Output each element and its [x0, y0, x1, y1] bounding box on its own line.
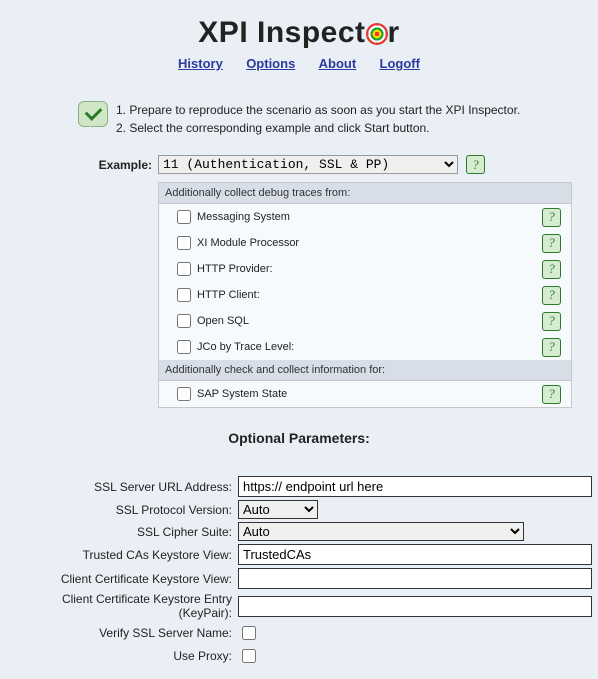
nav-logoff[interactable]: Logoff: [380, 56, 420, 71]
ssl-cipher-select[interactable]: Auto: [238, 522, 524, 541]
intro-line2: 2. Select the corresponding example and …: [116, 119, 520, 137]
info-item-label: SAP System State: [197, 388, 287, 400]
trusted-label: Trusted CAs Keystore View:: [6, 548, 238, 562]
debug-item-row: Messaging System?: [159, 204, 571, 230]
verify-checkbox[interactable]: [242, 626, 256, 640]
help-icon[interactable]: ?: [542, 234, 561, 253]
intro-bubble-icon: [78, 101, 108, 127]
trusted-input[interactable]: [238, 544, 592, 565]
info-header: Additionally check and collect informati…: [159, 360, 571, 381]
target-icon: [366, 23, 388, 45]
title-pre: XPI Inspect: [198, 16, 365, 49]
debug-item-label: JCo by Trace Level:: [197, 341, 294, 353]
debug-item-row: HTTP Provider:?: [159, 256, 571, 282]
client-ks-view-label: Client Certificate Keystore View:: [6, 572, 238, 586]
verify-label: Verify SSL Server Name:: [6, 626, 238, 640]
proxy-checkbox[interactable]: [242, 649, 256, 663]
check-icon: [84, 103, 102, 121]
client-ks-view-input[interactable]: [238, 568, 592, 589]
client-ks-entry-input[interactable]: [238, 596, 592, 617]
debug-item-label: HTTP Provider:: [197, 263, 273, 275]
nav-history[interactable]: History: [178, 56, 223, 71]
help-icon[interactable]: ?: [542, 286, 561, 305]
ssl-proto-label: SSL Protocol Version:: [6, 503, 238, 517]
help-icon[interactable]: ?: [542, 260, 561, 279]
client-ks-entry-label: Client Certificate Keystore Entry (KeyPa…: [6, 592, 238, 620]
ssl-cipher-label: SSL Cipher Suite:: [6, 525, 238, 539]
debug-item-label: HTTP Client:: [197, 289, 260, 301]
debug-item-label: Open SQL: [197, 315, 249, 327]
help-icon[interactable]: ?: [542, 208, 561, 227]
debug-item-checkbox[interactable]: [177, 288, 191, 302]
intro-line1: 1. Prepare to reproduce the scenario as …: [116, 101, 520, 119]
intro-block: 1. Prepare to reproduce the scenario as …: [78, 101, 572, 137]
debug-panel: Additionally collect debug traces from: …: [158, 182, 572, 408]
debug-item-checkbox[interactable]: [177, 210, 191, 224]
info-item-row: SAP System State?: [159, 381, 571, 407]
debug-item-row: XI Module Processor?: [159, 230, 571, 256]
example-label: Example:: [6, 158, 158, 172]
debug-item-label: XI Module Processor: [197, 237, 299, 249]
debug-item-checkbox[interactable]: [177, 236, 191, 250]
app-title: XPI Inspect r: [6, 16, 592, 50]
debug-item-checkbox[interactable]: [177, 340, 191, 354]
nav-bar: History Options About Logoff: [6, 56, 592, 71]
nav-options[interactable]: Options: [246, 56, 295, 71]
debug-item-row: JCo by Trace Level:?: [159, 334, 571, 360]
example-select[interactable]: 11 (Authentication, SSL & PP): [158, 155, 458, 174]
help-icon[interactable]: ?: [542, 385, 561, 404]
optional-params-title: Optional Parameters:: [6, 430, 592, 446]
help-icon[interactable]: ?: [542, 338, 561, 357]
title-post: r: [388, 16, 400, 49]
debug-item-checkbox[interactable]: [177, 262, 191, 276]
ssl-proto-select[interactable]: Auto: [238, 500, 318, 519]
info-item-checkbox[interactable]: [177, 387, 191, 401]
debug-item-row: Open SQL?: [159, 308, 571, 334]
nav-about[interactable]: About: [319, 56, 357, 71]
help-icon[interactable]: ?: [466, 155, 485, 174]
ssl-url-label: SSL Server URL Address:: [6, 480, 238, 494]
ssl-url-input[interactable]: [238, 476, 592, 497]
debug-item-checkbox[interactable]: [177, 314, 191, 328]
debug-item-row: HTTP Client:?: [159, 282, 571, 308]
proxy-label: Use Proxy:: [6, 649, 238, 663]
debug-header: Additionally collect debug traces from:: [159, 183, 571, 204]
debug-item-label: Messaging System: [197, 211, 290, 223]
help-icon[interactable]: ?: [542, 312, 561, 331]
